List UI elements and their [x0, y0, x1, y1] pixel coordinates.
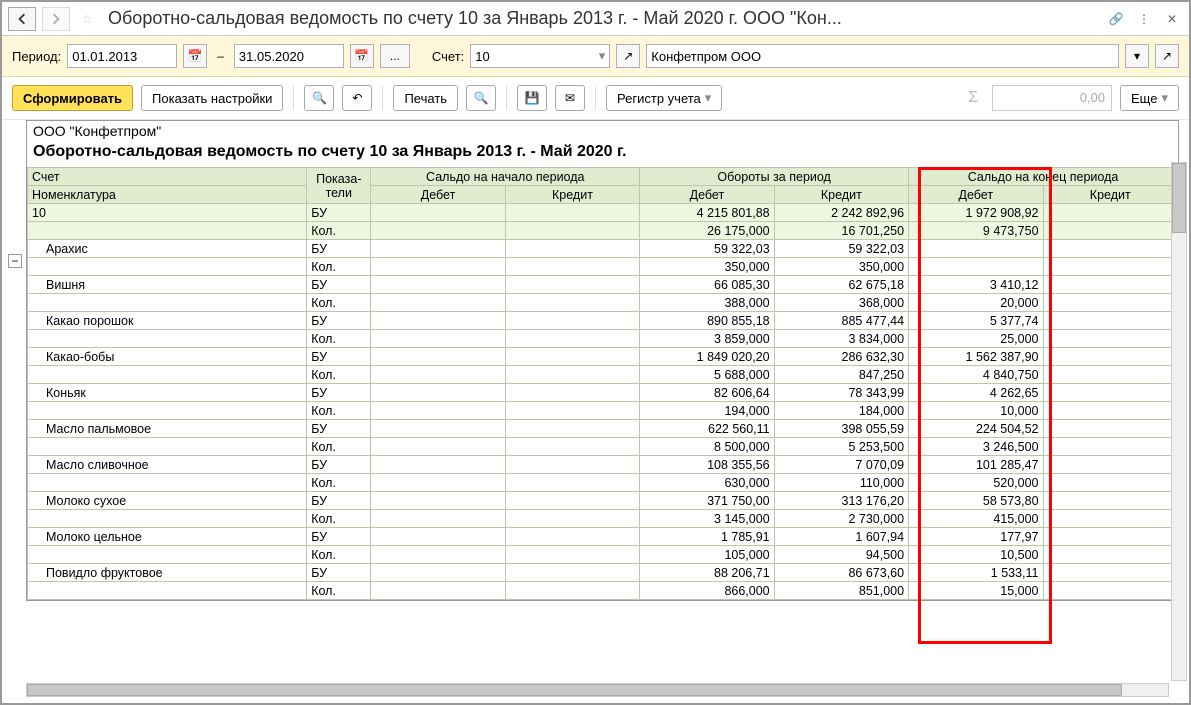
table-row[interactable]: Кол.3 859,0003 834,00025,000 [28, 330, 1178, 348]
col-open-balance: Сальдо на начало периода [371, 168, 640, 186]
col-turn-credit: Кредит [774, 186, 908, 204]
link-icon[interactable]: 🔗 [1105, 8, 1127, 30]
table-row[interactable]: Кол.194,000184,00010,000 [28, 402, 1178, 420]
col-account: Счет [28, 168, 307, 186]
table-row[interactable]: Повидло фруктовоеБУ88 206,7186 673,601 5… [28, 564, 1178, 582]
back-button[interactable] [8, 7, 36, 31]
col-open-credit: Кредит [505, 186, 639, 204]
col-open-debit: Дебет [371, 186, 505, 204]
calendar-to-icon[interactable]: 📅 [350, 44, 374, 68]
table-row[interactable]: Масло пальмовоеБУ622 560,11398 055,59224… [28, 420, 1178, 438]
organization-input[interactable]: Конфетпром ООО [646, 44, 1119, 68]
table-row[interactable]: КоньякБУ82 606,6478 343,994 262,65 [28, 384, 1178, 402]
table-row[interactable]: Молоко сухоеБУ371 750,00313 176,2058 573… [28, 492, 1178, 510]
table-row[interactable]: Кол.8 500,0005 253,5003 246,500 [28, 438, 1178, 456]
table-row[interactable]: Кол.350,000350,000 [28, 258, 1178, 276]
favorite-icon[interactable]: ☆ [76, 8, 98, 30]
print-preview-icon[interactable]: 🔍 [466, 85, 496, 111]
collapse-handle[interactable]: − [8, 254, 22, 268]
horizontal-scrollbar[interactable] [26, 683, 1169, 697]
generate-button[interactable]: Сформировать [12, 85, 133, 111]
app-window: ☆ Оборотно-сальдовая ведомость по счету … [0, 0, 1191, 705]
organization-header: ООО "Конфетпром" [27, 121, 1178, 141]
close-icon[interactable]: ✕ [1161, 8, 1183, 30]
toolbar: Сформировать Показать настройки 🔍 ↶ Печа… [2, 77, 1189, 120]
account-open-button[interactable]: ↗ [616, 44, 640, 68]
organization-dropdown-button[interactable]: ▾ [1125, 44, 1149, 68]
table-row[interactable]: Кол.866,000851,00015,000 [28, 582, 1178, 600]
more-button[interactable]: Еще ▾ [1120, 85, 1179, 111]
forward-button[interactable] [42, 7, 70, 31]
table-row[interactable]: Кол.26 175,00016 701,2509 473,750 [28, 222, 1178, 240]
register-button[interactable]: Регистр учета ▾ [606, 85, 722, 111]
table-row[interactable]: Кол.630,000110,000520,000 [28, 474, 1178, 492]
search-icon[interactable]: 🔍 [304, 85, 334, 111]
table-row[interactable]: АрахисБУ59 322,0359 322,03 [28, 240, 1178, 258]
col-turn-debit: Дебет [640, 186, 774, 204]
col-close-balance: Сальдо на конец периода [909, 168, 1178, 186]
report-area[interactable]: − ООО "Конфетпром" Оборотно-сальдовая ве… [2, 120, 1189, 703]
table-row[interactable]: ВишняБУ66 085,3062 675,183 410,12 [28, 276, 1178, 294]
table-row[interactable]: Какао-бобыБУ1 849 020,20286 632,301 562 … [28, 348, 1178, 366]
table-row[interactable]: Кол.5 688,000847,2504 840,750 [28, 366, 1178, 384]
report-title: Оборотно-сальдовая ведомость по счету 10… [27, 141, 1178, 167]
col-close-debit: Дебет [909, 186, 1043, 204]
table-row[interactable]: 10БУ4 215 801,882 242 892,961 972 908,92 [28, 204, 1178, 222]
account-input[interactable]: 10▾ [470, 44, 610, 68]
vertical-scrollbar[interactable] [1171, 162, 1187, 681]
col-close-credit: Кредит [1043, 186, 1177, 204]
col-nomenclature: Номенклатура [28, 186, 307, 204]
table-row[interactable]: Кол.388,000368,00020,000 [28, 294, 1178, 312]
sum-icon: Σ [962, 89, 984, 107]
col-indicators: Показа- тели [307, 168, 371, 204]
menu-icon[interactable]: ⋮ [1133, 8, 1155, 30]
col-turnover: Обороты за период [640, 168, 909, 186]
prev-result-icon[interactable]: ↶ [342, 85, 372, 111]
date-from-input[interactable]: 01.01.2013 [67, 44, 177, 68]
titlebar: ☆ Оборотно-сальдовая ведомость по счету … [2, 2, 1189, 36]
dash: – [213, 49, 228, 63]
save-icon[interactable]: 💾 [517, 85, 547, 111]
date-to-input[interactable]: 31.05.2020 [234, 44, 344, 68]
show-settings-button[interactable]: Показать настройки [141, 85, 283, 111]
organization-open-button[interactable]: ↗ [1155, 44, 1179, 68]
table-row[interactable]: Молоко цельноеБУ1 785,911 607,94177,97 [28, 528, 1178, 546]
period-picker-button[interactable]: ... [380, 44, 410, 68]
email-icon[interactable]: ✉ [555, 85, 585, 111]
table-row[interactable]: Масло сливочноеБУ108 355,567 070,09101 2… [28, 456, 1178, 474]
table-row[interactable]: Кол.105,00094,50010,500 [28, 546, 1178, 564]
sum-display: 0,00 [992, 85, 1112, 111]
period-label: Период: [12, 49, 61, 64]
table-row[interactable]: Кол.3 145,0002 730,000415,000 [28, 510, 1178, 528]
print-button[interactable]: Печать [393, 85, 458, 111]
window-title: Оборотно-сальдовая ведомость по счету 10… [104, 8, 1099, 29]
report-table: Счет Показа- тели Сальдо на начало перио… [27, 167, 1178, 600]
calendar-from-icon[interactable]: 📅 [183, 44, 207, 68]
table-row[interactable]: Какао порошокБУ890 855,18885 477,445 377… [28, 312, 1178, 330]
account-label: Счет: [432, 49, 464, 64]
parameter-bar: Период: 01.01.2013 📅 – 31.05.2020 📅 ... … [2, 36, 1189, 77]
